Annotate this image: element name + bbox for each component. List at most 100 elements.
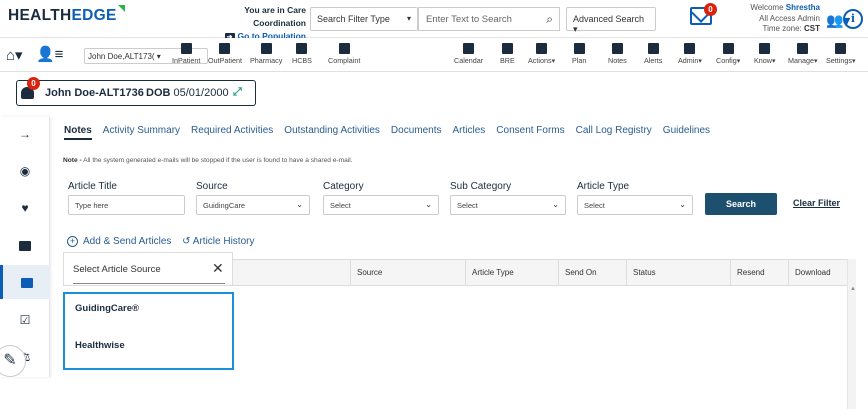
close-icon[interactable]: ✕ bbox=[212, 260, 224, 277]
tab-articles[interactable]: Articles bbox=[452, 125, 485, 136]
toolbar-pharmacy[interactable]: Pharmacy bbox=[250, 43, 282, 65]
column-header-source[interactable]: Source bbox=[350, 260, 465, 285]
toolbar-label: Alerts bbox=[644, 56, 663, 65]
advanced-search-button[interactable]: Advanced Search ▾ bbox=[566, 7, 656, 34]
toolbar-label: Actions bbox=[528, 56, 552, 65]
search-icon[interactable]: ⌕ bbox=[546, 12, 553, 27]
tab-call-log-registry[interactable]: Call Log Registry bbox=[576, 125, 652, 136]
toolbar-complaint[interactable]: Complaint bbox=[328, 43, 360, 65]
search-filter-type-select[interactable]: Search Filter Type ▾ bbox=[310, 7, 418, 31]
calendar-icon bbox=[463, 43, 475, 54]
toolbar-label: Config bbox=[716, 56, 737, 65]
popup-title: Select Article Source bbox=[73, 264, 161, 275]
toolbar-label: InPatient bbox=[172, 56, 201, 65]
article-title-label: Article Title bbox=[68, 181, 117, 192]
toolbar-settings[interactable]: Settings▾ bbox=[826, 43, 856, 65]
column-header-status[interactable]: Status bbox=[626, 260, 730, 285]
toolbar-label: Calendar bbox=[454, 56, 484, 65]
tab-outstanding-activities[interactable]: Outstanding Activities bbox=[284, 125, 380, 136]
pharmacy-icon bbox=[260, 43, 272, 54]
category-select[interactable]: Select ⌄ bbox=[323, 195, 439, 215]
patient-name: John Doe-ALT1736 bbox=[45, 87, 144, 99]
info-icon[interactable]: i bbox=[843, 9, 863, 29]
toolbar-know[interactable]: Know▾ bbox=[754, 43, 776, 65]
column-header-article-type[interactable]: Article Type bbox=[465, 260, 558, 285]
toolbar-actions[interactable]: Actions▾ bbox=[528, 43, 555, 65]
welcome-text: Welcome Shrestha All Access Admin Time z… bbox=[750, 3, 820, 33]
tab-required-activities[interactable]: Required Activities bbox=[191, 125, 273, 136]
source-option[interactable]: Healthwise bbox=[75, 340, 125, 351]
article-type-label: Article Type bbox=[577, 181, 630, 192]
tab-activity-summary[interactable]: Activity Summary bbox=[103, 125, 180, 136]
toolbar-config[interactable]: Config▾ bbox=[716, 43, 740, 65]
hospital-icon bbox=[180, 43, 192, 54]
toolbar-label: Plan bbox=[572, 56, 587, 65]
source-select[interactable]: GuidingCare ⌄ bbox=[196, 195, 310, 215]
notes-icon bbox=[611, 43, 623, 54]
source-option[interactable]: GuidingCare® bbox=[75, 303, 139, 314]
admin-icon bbox=[684, 43, 696, 54]
toolbar-bre[interactable]: BRE bbox=[500, 43, 515, 65]
healthedge-logo[interactable]: HEALTHEDGE bbox=[8, 5, 125, 25]
main-toolbar: ⌂▾ 👤≡ John Doe,ALT173( ▾ InPatient OutPat… bbox=[0, 38, 868, 72]
sidebar-health-icon[interactable]: ♥ bbox=[0, 191, 50, 225]
toolbar-plan[interactable]: Plan bbox=[572, 43, 586, 65]
coordination-context-text: You are in Care Coordination bbox=[244, 5, 306, 28]
hcbs-icon bbox=[296, 43, 308, 54]
tab-bar: Notes Activity Summary Required Activities… bbox=[64, 125, 721, 140]
actions-icon bbox=[536, 43, 548, 54]
select-article-source-popup: Select Article Source ✕ bbox=[63, 252, 233, 286]
toolbar-label: Manage bbox=[788, 56, 814, 65]
toolbar-admin[interactable]: Admin▾ bbox=[678, 43, 702, 65]
caret-down-icon: ⌄ bbox=[296, 200, 303, 209]
member-menu-icon[interactable]: 👤≡ bbox=[36, 45, 63, 63]
plan-icon bbox=[573, 43, 585, 54]
tab-notes[interactable]: Notes bbox=[64, 125, 92, 140]
clear-filter-link[interactable]: Clear Filter bbox=[793, 198, 840, 208]
source-label: Source bbox=[196, 181, 228, 192]
caret-down-icon: ▾ bbox=[551, 56, 556, 65]
toolbar-label: BRE bbox=[500, 56, 515, 65]
caret-down-icon: ▾ bbox=[771, 56, 776, 65]
article-type-select[interactable]: Select ⌄ bbox=[577, 195, 693, 215]
add-send-articles-link[interactable]: + Add & Send Articles bbox=[67, 236, 171, 247]
scroll-up-icon[interactable]: ▲ bbox=[850, 286, 856, 292]
sidebar-archive-icon[interactable] bbox=[0, 265, 50, 299]
caret-down-icon: ▾ bbox=[736, 56, 741, 65]
article-title-input[interactable]: Type here bbox=[68, 195, 185, 215]
popup-divider bbox=[73, 283, 225, 284]
tab-guidelines[interactable]: Guidelines bbox=[663, 125, 710, 136]
sidebar-profile-icon[interactable]: ◉ bbox=[0, 154, 50, 188]
column-header-send-on[interactable]: Send On bbox=[558, 260, 626, 285]
toolbar-notes[interactable]: Notes bbox=[608, 43, 627, 65]
config-icon bbox=[722, 43, 734, 54]
global-search-input[interactable]: Enter Text to Search ⌕ bbox=[418, 7, 560, 31]
toolbar-inpatient[interactable]: InPatient bbox=[172, 43, 200, 65]
article-history-link[interactable]: ↺ Article History bbox=[182, 236, 254, 247]
toolbar-label: Admin bbox=[678, 56, 699, 65]
sub-category-select[interactable]: Select ⌄ bbox=[450, 195, 566, 215]
toolbar-hcbs[interactable]: HCBS bbox=[292, 43, 312, 65]
tab-documents[interactable]: Documents bbox=[391, 125, 442, 136]
grid-scrollbar[interactable]: ▲ bbox=[847, 259, 856, 409]
column-header-download[interactable]: Download bbox=[788, 260, 848, 285]
toolbar-calendar[interactable]: Calendar bbox=[454, 43, 483, 65]
tab-consent-forms[interactable]: Consent Forms bbox=[496, 125, 564, 136]
toolbar-label: Pharmacy bbox=[250, 56, 283, 65]
toolbar-outpatient[interactable]: OutPatient bbox=[208, 43, 242, 65]
home-icon[interactable]: ⌂▾ bbox=[6, 46, 23, 64]
column-header-resend[interactable]: Resend bbox=[730, 260, 788, 285]
sidebar-checklist-icon[interactable]: ☑ bbox=[0, 303, 50, 337]
know-icon bbox=[759, 43, 771, 54]
article-source-list: GuidingCare® Healthwise bbox=[63, 292, 234, 370]
sidebar-medical-kit-icon[interactable] bbox=[0, 228, 50, 262]
caret-down-icon: ⌄ bbox=[679, 200, 686, 209]
plus-circle-icon: + bbox=[67, 236, 78, 247]
sidebar-expand-arrow-icon[interactable]: → bbox=[0, 117, 50, 151]
search-button[interactable]: Search bbox=[705, 193, 777, 215]
toolbar-manage[interactable]: Manage▾ bbox=[788, 43, 818, 65]
toolbar-alerts[interactable]: Alerts bbox=[644, 43, 662, 65]
expand-icon[interactable]: ⤢ bbox=[233, 86, 242, 99]
caret-down-icon: ⌄ bbox=[425, 200, 432, 209]
caret-down-icon: ▾ bbox=[698, 56, 702, 65]
